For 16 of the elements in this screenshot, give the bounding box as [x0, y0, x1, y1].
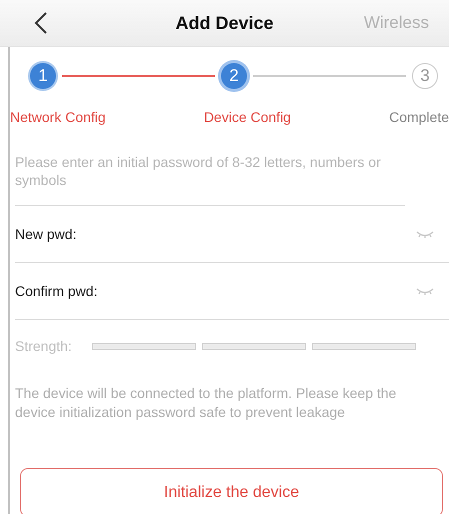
closed-eye-icon[interactable] — [415, 229, 435, 239]
closed-eye-icon[interactable] — [415, 286, 435, 296]
screen-title: Add Device — [175, 12, 274, 34]
step-label: Network Config — [10, 109, 106, 125]
step-number: 2 — [221, 63, 247, 89]
step-label: Complete — [389, 109, 449, 125]
step-label: Device Config — [204, 109, 291, 125]
initialize-button[interactable]: Initialize the device — [20, 468, 443, 514]
field-label: New pwd: — [15, 226, 76, 242]
step-number: 3 — [412, 63, 438, 89]
security-notice: The device will be connected to the platform. Please keep the device initialization password safe to prevent leakage — [15, 384, 398, 422]
strength-label: Strength: — [15, 338, 72, 354]
back-icon[interactable] — [34, 11, 48, 35]
field-label: Confirm pwd: — [15, 283, 98, 299]
step-number: 1 — [30, 63, 56, 89]
password-hint: Please enter an initial password of 8-32 letters, numbers or symbols — [15, 153, 405, 206]
